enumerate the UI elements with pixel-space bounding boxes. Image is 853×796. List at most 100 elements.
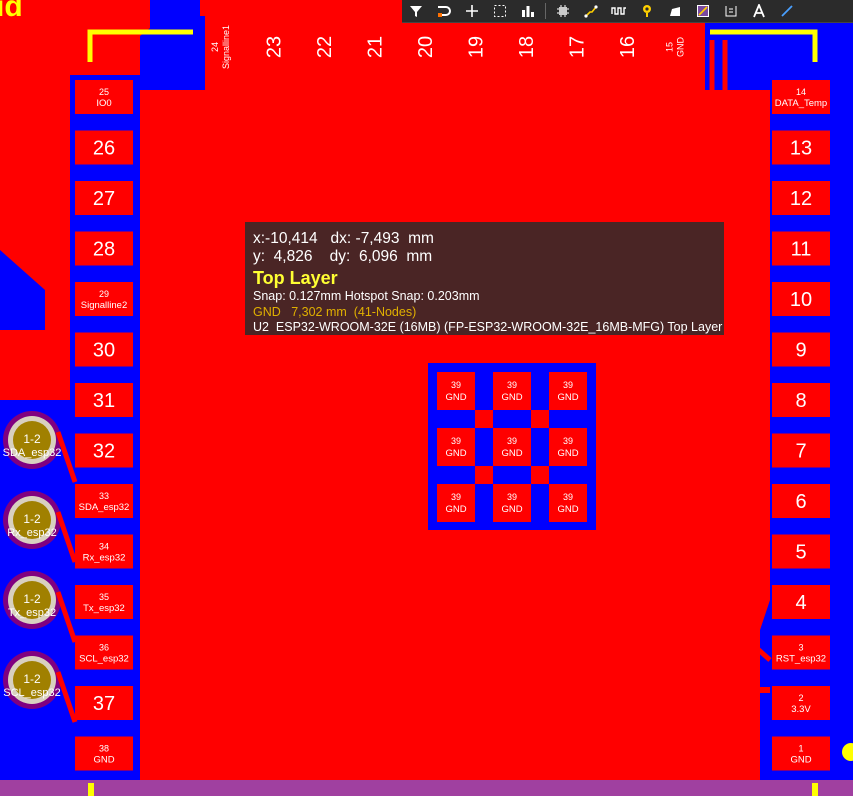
- pad-34[interactable]: 34Rx_esp32: [75, 534, 133, 569]
- chart-icon[interactable]: [514, 0, 542, 22]
- select-rect-icon[interactable]: [486, 0, 514, 22]
- pad-19[interactable]: 19: [458, 18, 493, 76]
- pad-net-label: Signalline1: [221, 25, 231, 69]
- pad-18[interactable]: 18: [509, 18, 543, 76]
- pad-16[interactable]: 16: [610, 18, 644, 76]
- corner-logo: ıd: [0, 0, 23, 23]
- pad-9[interactable]: 9: [772, 332, 830, 367]
- pad-39[interactable]: 39 GND: [549, 372, 587, 410]
- pad-5[interactable]: 5: [772, 534, 830, 569]
- pad-38[interactable]: 38GND: [75, 736, 133, 771]
- pad-number: 2: [798, 693, 803, 703]
- region-icon[interactable]: [689, 0, 717, 22]
- pad-39[interactable]: 39 GND: [549, 484, 587, 522]
- pad-20[interactable]: 20: [408, 18, 442, 76]
- pad-number: 11: [791, 239, 812, 261]
- pad-copper: [549, 428, 587, 466]
- pad-39[interactable]: 39 GND: [493, 372, 531, 410]
- pad-26[interactable]: 26: [75, 130, 133, 165]
- pad-copper: [493, 372, 531, 410]
- string-icon[interactable]: [717, 0, 745, 22]
- pad-39[interactable]: 39 GND: [437, 372, 475, 410]
- pcb-toolbar: [402, 0, 853, 23]
- pad-35[interactable]: 35Tx_esp32: [75, 585, 133, 619]
- pad-27[interactable]: 27: [75, 181, 133, 215]
- pad-number: 10: [790, 289, 812, 311]
- pad-13[interactable]: 13: [772, 130, 830, 165]
- pad-39[interactable]: 39 GND: [437, 428, 475, 466]
- board-edge-strip: [0, 780, 853, 796]
- connector-via[interactable]: 1-2Rx_esp32: [3, 491, 61, 549]
- length-tune-icon[interactable]: [605, 0, 633, 22]
- pad-number: 39: [563, 492, 573, 502]
- pad-number: 39: [507, 436, 517, 446]
- route-icon[interactable]: [430, 0, 458, 22]
- pad-net-label: Signalline2: [81, 300, 127, 311]
- pad-17[interactable]: 17: [559, 18, 594, 76]
- pad-37[interactable]: 37: [75, 686, 133, 720]
- pad-net-label: RST_esp32: [776, 654, 826, 665]
- pad-23[interactable]: 23: [256, 18, 291, 76]
- pad-24[interactable]: 24 Signalline1: [206, 18, 240, 76]
- connector-via[interactable]: 1-2SDA_esp32: [3, 411, 62, 469]
- pad-net-label: Tx_esp32: [83, 603, 125, 614]
- pad-number: 5: [795, 542, 806, 564]
- pad-22[interactable]: 22: [307, 18, 341, 76]
- pad-33[interactable]: 33SDA_esp32: [75, 484, 133, 518]
- via-icon[interactable]: [633, 0, 661, 22]
- pad-10[interactable]: 10: [772, 282, 830, 316]
- pad-copper: [493, 484, 531, 522]
- pad-net-label: GND: [93, 755, 114, 766]
- toolbar-separator: [545, 3, 546, 19]
- fill-icon[interactable]: [661, 0, 689, 22]
- connector-pin-number: 1-2: [23, 592, 41, 606]
- pad-29[interactable]: 29Signalline2: [75, 282, 133, 316]
- tooltip-coordinates-x: x:-10,414 dx: -7,493 mm: [253, 230, 434, 247]
- track-icon[interactable]: [577, 0, 605, 22]
- pad-39[interactable]: 39 GND: [549, 428, 587, 466]
- pad-1[interactable]: 1GND: [772, 736, 830, 771]
- pad-number: 27: [93, 188, 115, 210]
- pad-3[interactable]: 3RST_esp32: [772, 635, 830, 670]
- pad-11[interactable]: 11: [772, 231, 830, 266]
- pad-copper: [437, 372, 475, 410]
- pad-number: 36: [99, 643, 109, 653]
- pad-2[interactable]: 23.3V: [772, 686, 830, 720]
- pad-14[interactable]: 14DATA_Temp: [772, 80, 830, 114]
- pad-32[interactable]: 32: [75, 433, 133, 468]
- pad-28[interactable]: 28: [75, 231, 133, 266]
- pad-8[interactable]: 8: [772, 383, 830, 417]
- filter-icon[interactable]: [402, 0, 430, 22]
- connector-net-label: Tx_esp32: [8, 607, 56, 619]
- tooltip-coordinates-y: y: 4,826 dy: 6,096 mm: [253, 248, 433, 265]
- pad-39[interactable]: 39 GND: [493, 484, 531, 522]
- pad-6[interactable]: 6: [772, 484, 830, 518]
- pad-21[interactable]: 21: [357, 18, 392, 76]
- connector-via[interactable]: 1-2SCL_esp32: [3, 651, 61, 709]
- pad-39[interactable]: 39 GND: [437, 484, 475, 522]
- pad-25[interactable]: 25IO0: [75, 80, 133, 114]
- pad-number: 37: [93, 693, 115, 715]
- pad-number: 19: [466, 36, 488, 58]
- text-icon[interactable]: [745, 0, 773, 22]
- pad-7[interactable]: 7: [772, 433, 830, 468]
- pad-4[interactable]: 4: [772, 585, 830, 619]
- pcb-canvas[interactable]: ıd 25IO026272829Signalline230313233SDA_e…: [0, 0, 853, 796]
- pad-number: 15: [665, 42, 675, 52]
- connector-via[interactable]: 1-2Tx_esp32: [3, 571, 61, 629]
- tooltip-component: U2 ESP32-WROOM-32E (16MB) (FP-ESP32-WROO…: [253, 320, 723, 334]
- pad-15[interactable]: 15 GND: [660, 18, 695, 76]
- connector-pin-number: 1-2: [23, 672, 41, 686]
- pad-39[interactable]: 39 GND: [493, 428, 531, 466]
- pad-copper: [549, 372, 587, 410]
- component-icon[interactable]: [549, 0, 577, 22]
- pad-36[interactable]: 36SCL_esp32: [75, 635, 133, 670]
- pad-31[interactable]: 31: [75, 383, 133, 417]
- pad-12[interactable]: 12: [772, 181, 830, 215]
- pad-30[interactable]: 30: [75, 332, 133, 367]
- pad-net-label: DATA_Temp: [775, 98, 827, 109]
- line-icon[interactable]: [773, 0, 801, 22]
- pad-number: 22: [314, 36, 336, 58]
- pad-number: 29: [99, 289, 109, 299]
- add-icon[interactable]: [458, 0, 486, 22]
